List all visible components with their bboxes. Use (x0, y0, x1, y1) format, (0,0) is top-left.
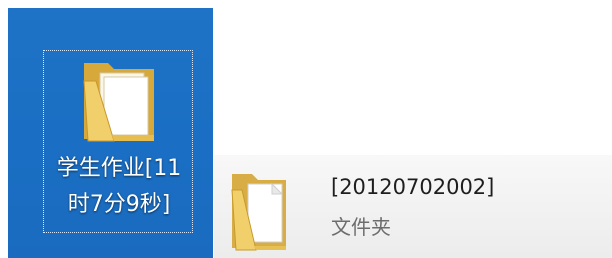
desktop-folder-label-line-2: 时7分9秒] (67, 192, 171, 217)
desktop-folder-label: 学生作业[11 时7分9秒] (44, 151, 194, 223)
folder-icon (78, 57, 160, 145)
folder-name: [20120702002] (331, 175, 495, 199)
screenshot-stage: 学生作业[11 时7分9秒] [20120702002] 文件夹 (0, 0, 612, 258)
explorer-folder-tile[interactable]: [20120702002] 文件夹 (214, 155, 612, 258)
desktop-folder-item[interactable]: 学生作业[11 时7分9秒] (43, 50, 193, 233)
desktop-background: 学生作业[11 时7分9秒] (8, 8, 213, 258)
desktop-folder-label-line-1: 学生作业[11 (56, 156, 182, 181)
folder-type: 文件夹 (331, 215, 391, 239)
folder-icon (224, 162, 296, 252)
